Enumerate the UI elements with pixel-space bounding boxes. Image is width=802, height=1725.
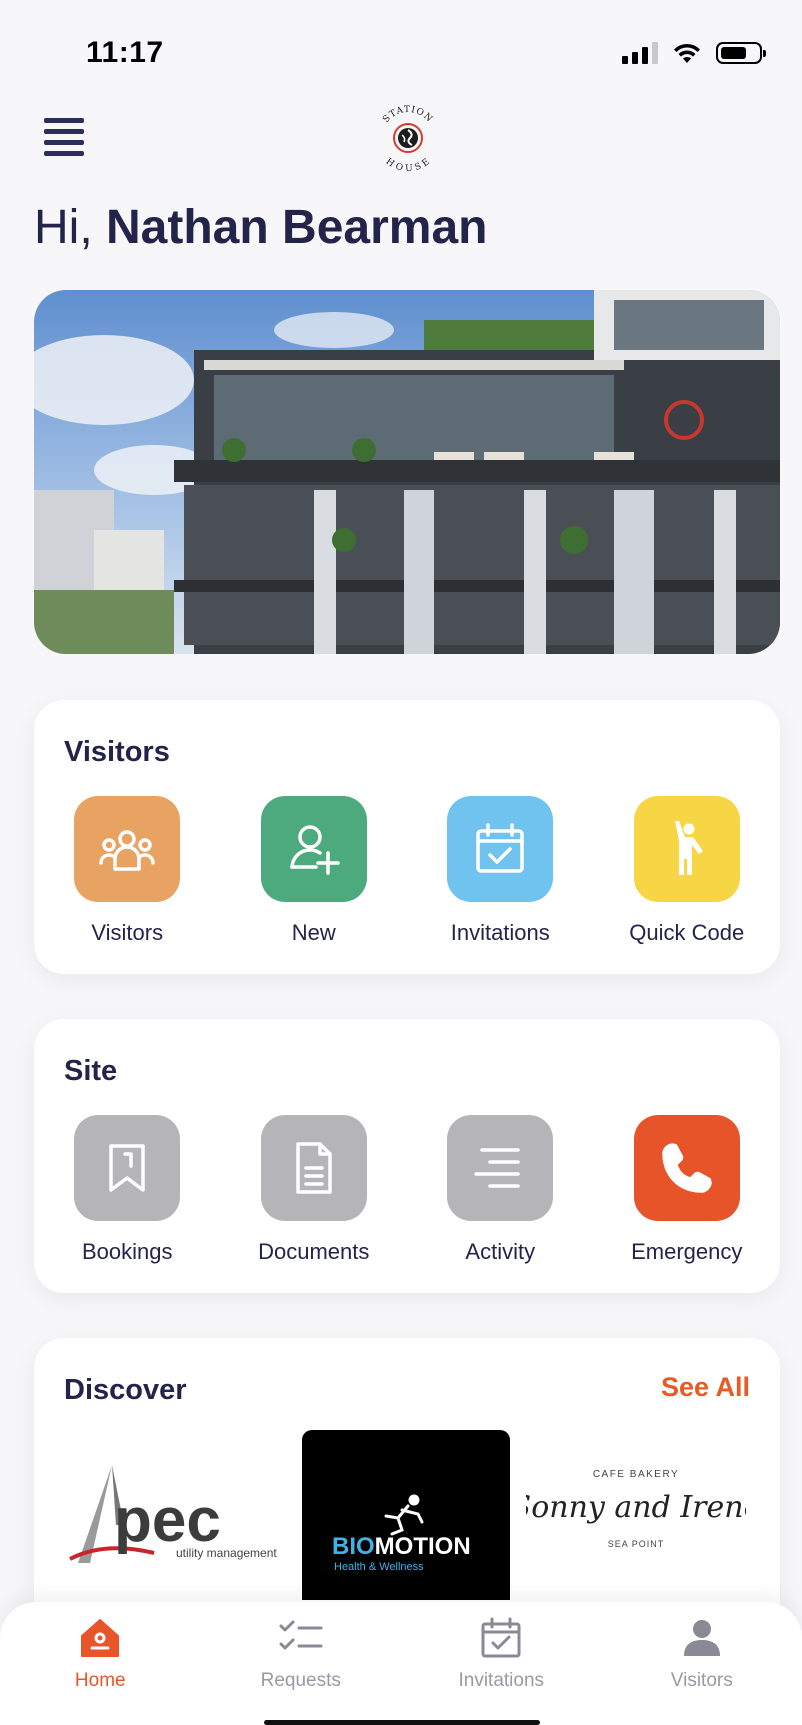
tile-documents[interactable]: Documents bbox=[221, 1115, 408, 1265]
user-name: Nathan Bearman bbox=[106, 201, 488, 254]
tile-label: Emergency bbox=[631, 1239, 743, 1264]
tile-bookings[interactable]: Bookings bbox=[34, 1115, 221, 1265]
tile-label: Activity bbox=[465, 1239, 536, 1264]
sonny-irene-logo-text: Sonny and Irene bbox=[526, 1490, 746, 1525]
checklist-icon bbox=[279, 1620, 323, 1650]
calendar-check-icon bbox=[447, 796, 554, 902]
tile-quick-code[interactable]: Quick Code bbox=[594, 796, 781, 946]
discover-card-title: Discover bbox=[64, 1374, 187, 1406]
site-card-title: Site bbox=[64, 1055, 118, 1087]
pec-logo: pec utility management bbox=[69, 1465, 277, 1563]
nav-home[interactable]: Home bbox=[0, 1602, 201, 1725]
site-card: Site Bookings Documents Activity Emergen… bbox=[34, 1019, 780, 1293]
svg-text:STATION: STATION bbox=[381, 105, 434, 125]
greeting-prefix: Hi, bbox=[34, 201, 93, 254]
tile-label: Documents bbox=[258, 1239, 370, 1264]
tile-invitations[interactable]: Invitations bbox=[407, 796, 594, 946]
nav-label-requests: Requests bbox=[260, 1670, 341, 1691]
tile-label: Visitors bbox=[91, 920, 164, 945]
cellular-signal-icon bbox=[622, 42, 658, 64]
menu-button[interactable] bbox=[44, 118, 84, 158]
status-icons bbox=[622, 42, 766, 64]
discover-item-pec[interactable]: pec utility management bbox=[64, 1430, 284, 1600]
person-waving-icon bbox=[633, 796, 740, 902]
nav-label-visitors: Visitors bbox=[670, 1670, 733, 1691]
sonny-irene-subtext: SEA POINT bbox=[608, 1539, 665, 1549]
tile-emergency[interactable]: Emergency bbox=[594, 1115, 781, 1265]
logo-text-top: STATION bbox=[381, 105, 433, 125]
svg-text:BIOMOTION: BIOMOTION bbox=[332, 1533, 471, 1560]
tile-label: New bbox=[291, 920, 336, 945]
tile-activity[interactable]: Activity bbox=[407, 1115, 594, 1265]
logo-text-bottom: HOUSE bbox=[384, 157, 432, 174]
nav-invitations[interactable]: Invitations bbox=[401, 1602, 602, 1725]
phone-icon bbox=[633, 1115, 740, 1221]
visitors-card: Visitors Visitors New Invitations Quick … bbox=[34, 700, 780, 974]
group-icon bbox=[74, 796, 181, 902]
tile-new[interactable]: New bbox=[221, 796, 408, 946]
sonny-and-irene-logo: CAFE BAKERY Sonny and Irene SEA POINT bbox=[526, 1469, 746, 1549]
sonny-irene-top-text: CAFE BAKERY bbox=[593, 1469, 679, 1480]
bookmark-icon bbox=[74, 1115, 181, 1221]
biomotion-logo: BIOMOTION Health & Wellness bbox=[332, 1494, 471, 1573]
home-indicator bbox=[264, 1720, 540, 1725]
hero-building-image bbox=[34, 290, 780, 654]
tile-label: Quick Code bbox=[629, 920, 745, 945]
nav-label-home: Home bbox=[74, 1670, 126, 1691]
tile-visitors[interactable]: Visitors bbox=[34, 796, 221, 946]
discover-item-biomotion[interactable]: BIOMOTION Health & Wellness bbox=[302, 1430, 510, 1600]
calendar-check-icon bbox=[481, 1617, 521, 1658]
discover-carousel: pec utility management BIOMOTION Health … bbox=[34, 1430, 780, 1600]
status-bar: 11:17 bbox=[0, 0, 802, 100]
visitors-card-title: Visitors bbox=[64, 736, 170, 768]
nav-label-invitations: Invitations bbox=[458, 1670, 545, 1691]
see-all-link[interactable]: See All bbox=[661, 1372, 750, 1403]
bottom-nav: Home Requests Invitations Visitors bbox=[0, 1602, 802, 1725]
biomotion-subtext: Health & Wellness bbox=[334, 1561, 424, 1573]
svg-text:HOUSE: HOUSE bbox=[384, 157, 433, 174]
wifi-icon bbox=[674, 43, 700, 63]
biomotion-text-b: MOTION bbox=[375, 1533, 471, 1560]
greeting: Hi, Nathan Bearman bbox=[34, 200, 487, 255]
home-icon bbox=[81, 1619, 120, 1657]
discover-item-sonny-and-irene[interactable]: CAFE BAKERY Sonny and Irene SEA POINT bbox=[526, 1430, 746, 1600]
runner-icon bbox=[384, 1494, 424, 1536]
tile-label: Invitations bbox=[450, 920, 550, 945]
list-icon bbox=[447, 1115, 554, 1221]
add-user-icon bbox=[260, 796, 367, 902]
pec-logo-text: pec bbox=[114, 1486, 221, 1555]
biomotion-text-a: BIO bbox=[332, 1533, 375, 1560]
document-icon bbox=[260, 1115, 367, 1221]
battery-icon bbox=[716, 42, 766, 64]
pec-logo-subtext: utility management bbox=[176, 1546, 277, 1560]
status-time: 11:17 bbox=[86, 36, 164, 69]
nav-visitors[interactable]: Visitors bbox=[602, 1602, 802, 1725]
nav-requests[interactable]: Requests bbox=[201, 1602, 402, 1725]
user-icon bbox=[683, 1620, 720, 1656]
station-house-logo: STATION HOUSE bbox=[381, 105, 434, 174]
tile-label: Bookings bbox=[81, 1239, 173, 1264]
